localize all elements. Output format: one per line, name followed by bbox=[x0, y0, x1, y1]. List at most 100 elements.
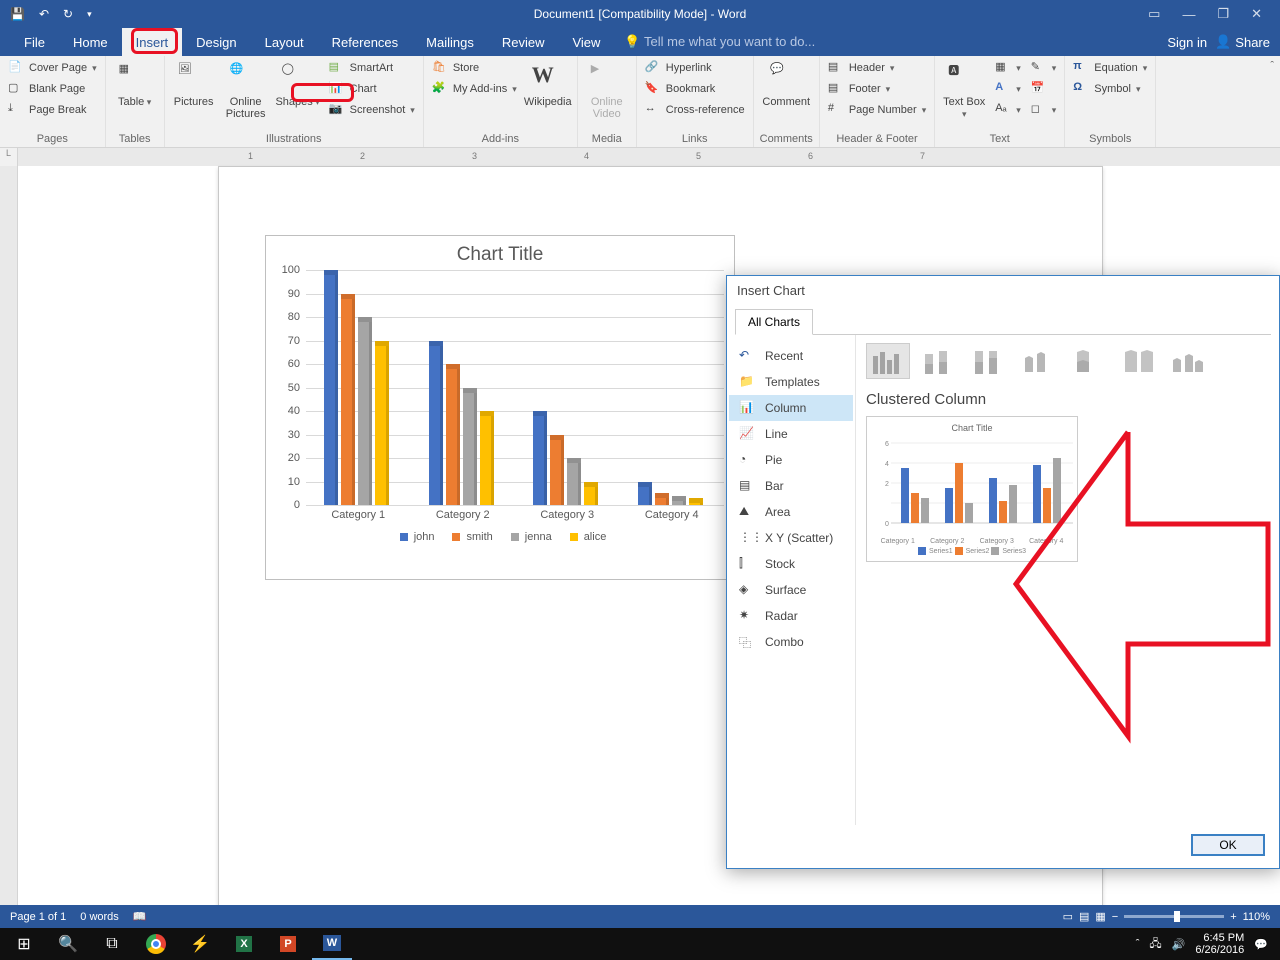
taskbar-clock[interactable]: 6:45 PM6/26/2016 bbox=[1195, 932, 1244, 956]
chart-preview[interactable]: Chart Title 6420 Category 1Category 2Cat… bbox=[866, 416, 1078, 562]
start-button[interactable]: ⊞ bbox=[4, 928, 44, 960]
subtype-stacked-column[interactable] bbox=[916, 343, 960, 379]
dialog-tab-all-charts[interactable]: All Charts bbox=[735, 309, 813, 335]
redo-icon[interactable]: ↻ bbox=[63, 7, 73, 21]
tab-file[interactable]: File bbox=[10, 28, 59, 56]
subtype-3d-100-stacked[interactable] bbox=[1116, 343, 1160, 379]
comment-button[interactable]: 💬Comment bbox=[763, 59, 809, 108]
nav-stock[interactable]: ⫿Stock bbox=[729, 551, 853, 577]
wordart-button[interactable]: A bbox=[993, 80, 1023, 98]
my-addins-button[interactable]: 🧩My Add-ins bbox=[430, 80, 519, 98]
tab-insert[interactable]: Insert bbox=[122, 28, 183, 56]
header-icon: ▤ bbox=[828, 60, 844, 76]
hyperlink-button[interactable]: 🔗Hyperlink bbox=[643, 59, 747, 77]
qat-customize-icon[interactable]: ▾ bbox=[87, 9, 92, 20]
nav-surface[interactable]: ◈Surface bbox=[729, 577, 853, 603]
ruler-horizontal[interactable]: L 1234567 bbox=[0, 148, 1280, 166]
cover-page-button[interactable]: 📄Cover Page bbox=[6, 59, 99, 77]
signature-line-button[interactable]: ✎ bbox=[1029, 59, 1059, 77]
zoom-level[interactable]: 110% bbox=[1243, 911, 1270, 923]
tab-layout[interactable]: Layout bbox=[251, 28, 318, 56]
page-number-button[interactable]: #Page Number bbox=[826, 101, 928, 119]
nav-scatter[interactable]: ⋮⋮X Y (Scatter) bbox=[729, 525, 853, 551]
cross-reference-button[interactable]: ↔Cross-reference bbox=[643, 101, 747, 119]
tell-me-search[interactable]: 💡 Tell me what you want to do... bbox=[624, 34, 815, 50]
web-layout-icon[interactable]: ▦ bbox=[1095, 910, 1105, 923]
equation-button[interactable]: πEquation bbox=[1071, 59, 1149, 77]
nav-line[interactable]: 📈Line bbox=[729, 421, 853, 447]
winamp-icon[interactable]: ⚡ bbox=[180, 928, 220, 960]
footer-button[interactable]: ▤Footer bbox=[826, 80, 928, 98]
subtype-3d-stacked[interactable] bbox=[1066, 343, 1110, 379]
nav-pie[interactable]: ◔Pie bbox=[729, 447, 853, 473]
nav-recent[interactable]: ↶Recent bbox=[729, 343, 853, 369]
zoom-slider[interactable] bbox=[1124, 915, 1224, 918]
screenshot-button[interactable]: 📷Screenshot bbox=[327, 101, 417, 119]
ribbon-display-icon[interactable]: ▭ bbox=[1148, 6, 1160, 22]
tab-review[interactable]: Review bbox=[488, 28, 559, 56]
word-count[interactable]: 0 words bbox=[80, 911, 119, 923]
chart-button[interactable]: 📊Chart bbox=[327, 80, 417, 98]
quick-parts-button[interactable]: ▦ bbox=[993, 59, 1023, 77]
subtype-100-stacked-column[interactable] bbox=[966, 343, 1010, 379]
print-layout-icon[interactable]: ▤ bbox=[1079, 910, 1089, 923]
nav-radar[interactable]: ✷Radar bbox=[729, 603, 853, 629]
chrome-icon[interactable] bbox=[136, 928, 176, 960]
excel-icon[interactable]: X bbox=[224, 928, 264, 960]
store-button[interactable]: 🛍Store bbox=[430, 59, 519, 77]
tab-references[interactable]: References bbox=[318, 28, 412, 56]
ok-button[interactable]: OK bbox=[1191, 834, 1265, 856]
drop-cap-button[interactable]: Aₐ bbox=[993, 101, 1023, 119]
tab-design[interactable]: Design bbox=[182, 28, 250, 56]
tab-view[interactable]: View bbox=[558, 28, 614, 56]
collapse-ribbon-icon[interactable]: ˆ bbox=[1270, 60, 1274, 72]
network-icon[interactable]: 🖧 bbox=[1149, 935, 1161, 954]
subtype-clustered-column[interactable] bbox=[866, 343, 910, 379]
chart-object[interactable]: Chart Title 0102030405060708090100 Categ… bbox=[265, 235, 735, 580]
maximize-icon[interactable]: ❐ bbox=[1217, 6, 1229, 22]
save-icon[interactable]: 💾 bbox=[10, 7, 25, 21]
subtype-3d-clustered[interactable] bbox=[1016, 343, 1060, 379]
nav-combo[interactable]: ⿻Combo bbox=[729, 629, 853, 655]
volume-icon[interactable]: 🔊 bbox=[1172, 938, 1186, 951]
action-center-icon[interactable]: 💬 bbox=[1254, 938, 1268, 951]
share-button[interactable]: 👤 Share bbox=[1215, 34, 1270, 50]
zoom-out-icon[interactable]: − bbox=[1112, 911, 1118, 923]
blank-page-button[interactable]: ▢Blank Page bbox=[6, 80, 99, 98]
shapes-button[interactable]: ◯Shapes bbox=[275, 59, 321, 108]
powerpoint-icon[interactable]: P bbox=[268, 928, 308, 960]
smartart-button[interactable]: ▤SmartArt bbox=[327, 59, 417, 77]
minimize-icon[interactable]: — bbox=[1182, 7, 1195, 22]
nav-area[interactable]: ⛰Area bbox=[729, 499, 853, 525]
header-button[interactable]: ▤Header bbox=[826, 59, 928, 77]
date-time-button[interactable]: 📅 bbox=[1029, 80, 1059, 98]
tray-up-icon[interactable]: ˆ bbox=[1136, 938, 1140, 950]
tab-home[interactable]: Home bbox=[59, 28, 122, 56]
tab-mailings[interactable]: Mailings bbox=[412, 28, 488, 56]
ruler-vertical[interactable] bbox=[0, 166, 18, 905]
zoom-in-icon[interactable]: + bbox=[1230, 911, 1236, 923]
subtype-3d-column[interactable] bbox=[1166, 343, 1210, 379]
nav-column[interactable]: 📊Column bbox=[729, 395, 853, 421]
sign-in-link[interactable]: Sign in bbox=[1167, 35, 1207, 50]
spell-check-icon[interactable]: 📖 bbox=[133, 910, 147, 923]
table-button[interactable]: ▦Table bbox=[112, 59, 158, 108]
bookmark-button[interactable]: 🔖Bookmark bbox=[643, 80, 747, 98]
object-button[interactable]: ◻ bbox=[1029, 101, 1059, 119]
word-icon[interactable]: W bbox=[312, 928, 352, 960]
close-icon[interactable]: ✕ bbox=[1251, 6, 1262, 22]
pictures-button[interactable]: 🖼Pictures bbox=[171, 59, 217, 108]
undo-icon[interactable]: ↶ bbox=[39, 7, 49, 21]
wikipedia-button[interactable]: WWikipedia bbox=[525, 59, 571, 108]
nav-bar[interactable]: ▤Bar bbox=[729, 473, 853, 499]
nav-templates[interactable]: 📁Templates bbox=[729, 369, 853, 395]
search-icon[interactable]: 🔍 bbox=[48, 928, 88, 960]
read-mode-icon[interactable]: ▭ bbox=[1063, 910, 1073, 923]
symbol-button[interactable]: ΩSymbol bbox=[1071, 80, 1149, 98]
wikipedia-icon: W bbox=[532, 62, 564, 94]
page-indicator[interactable]: Page 1 of 1 bbox=[10, 911, 66, 923]
text-box-button[interactable]: 🅰Text Box bbox=[941, 59, 987, 120]
task-view-icon[interactable]: ⧉ bbox=[92, 928, 132, 960]
online-pictures-button[interactable]: 🌐Online Pictures bbox=[223, 59, 269, 120]
page-break-button[interactable]: ⤓Page Break bbox=[6, 101, 99, 119]
